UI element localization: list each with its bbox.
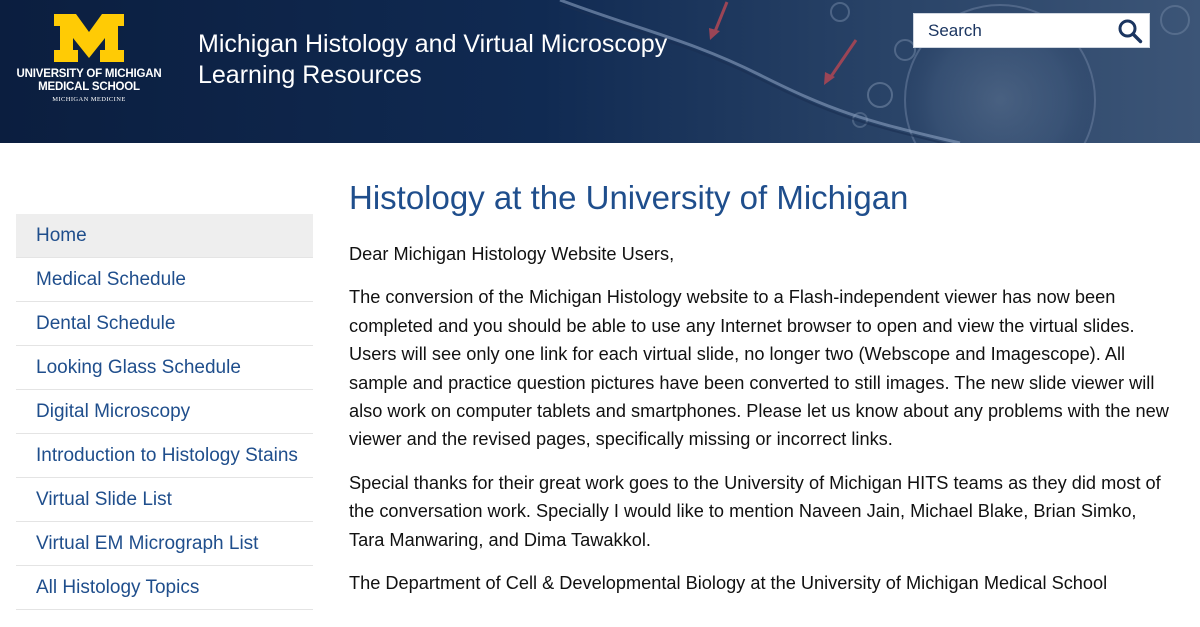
search-box — [913, 13, 1150, 48]
sidebar-item-label: Dental Schedule — [36, 312, 176, 334]
sidebar-item-home[interactable]: Home — [16, 214, 313, 258]
thanks-paragraph: Special thanks for their great work goes… — [349, 472, 1161, 550]
sidebar-item-label: Looking Glass Schedule — [36, 356, 241, 378]
sidebar-item-looking-glass-schedule[interactable]: Looking Glass Schedule — [16, 346, 313, 390]
sidebar-item-virtual-em-micrograph-list[interactable]: Virtual EM Micrograph List — [16, 522, 313, 566]
sidebar-item-medical-schedule[interactable]: Medical Schedule — [16, 258, 313, 302]
sidebar-item-label: Digital Microscopy — [36, 400, 191, 422]
sidebar-item-label: Home — [36, 224, 87, 246]
sidebar-item-all-histology-topics[interactable]: All Histology Topics — [16, 566, 313, 610]
block-m-logo-icon — [54, 14, 124, 62]
sidebar-item-virtual-slide-list[interactable]: Virtual Slide List — [16, 478, 313, 522]
sidebar-item-label: Virtual Slide List — [36, 488, 172, 510]
conversion-paragraph: The conversion of the Michigan Histology… — [349, 287, 1169, 450]
department-paragraph: The Department of Cell & Developmental B… — [349, 573, 1108, 594]
sidebar-nav: Home Medical Schedule Dental Schedule Lo… — [16, 214, 313, 610]
search-icon[interactable] — [1117, 18, 1143, 44]
sidebar-item-dental-schedule[interactable]: Dental Schedule — [16, 302, 313, 346]
sidebar-item-label: Virtual EM Micrograph List — [36, 532, 259, 554]
site-header: UNIVERSITY OF MICHIGAN MEDICAL SCHOOL MI… — [0, 0, 1200, 143]
page-title: Histology at the University of Michigan — [349, 179, 909, 216]
logo-medical-school-text: MEDICAL SCHOOL — [38, 81, 140, 93]
search-input[interactable] — [914, 14, 1128, 47]
site-title-line1: Michigan Histology and Virtual Microscop… — [198, 30, 668, 58]
umich-medical-school-logo[interactable]: UNIVERSITY OF MICHIGAN MEDICAL SCHOOL MI… — [14, 14, 164, 104]
greeting-text: Dear Michigan Histology Website Users, — [349, 244, 675, 264]
sidebar-item-label: Introduction to Histology Stains — [36, 444, 298, 466]
sidebar-item-digital-microscopy[interactable]: Digital Microscopy — [16, 390, 313, 434]
site-title[interactable]: Michigan Histology and Virtual Microscop… — [198, 29, 667, 91]
sidebar-item-label: Medical Schedule — [36, 268, 186, 290]
site-title-line2: Learning Resources — [198, 61, 422, 89]
logo-university-text: UNIVERSITY OF MICHIGAN — [16, 68, 162, 80]
main-content: Histology at the University of Michigan … — [349, 176, 1169, 597]
logo-michigan-medicine-text: MICHIGAN MEDICINE — [52, 96, 126, 103]
sidebar-item-histology-stains[interactable]: Introduction to Histology Stains — [16, 434, 313, 478]
sidebar-item-label: All Histology Topics — [36, 576, 200, 598]
